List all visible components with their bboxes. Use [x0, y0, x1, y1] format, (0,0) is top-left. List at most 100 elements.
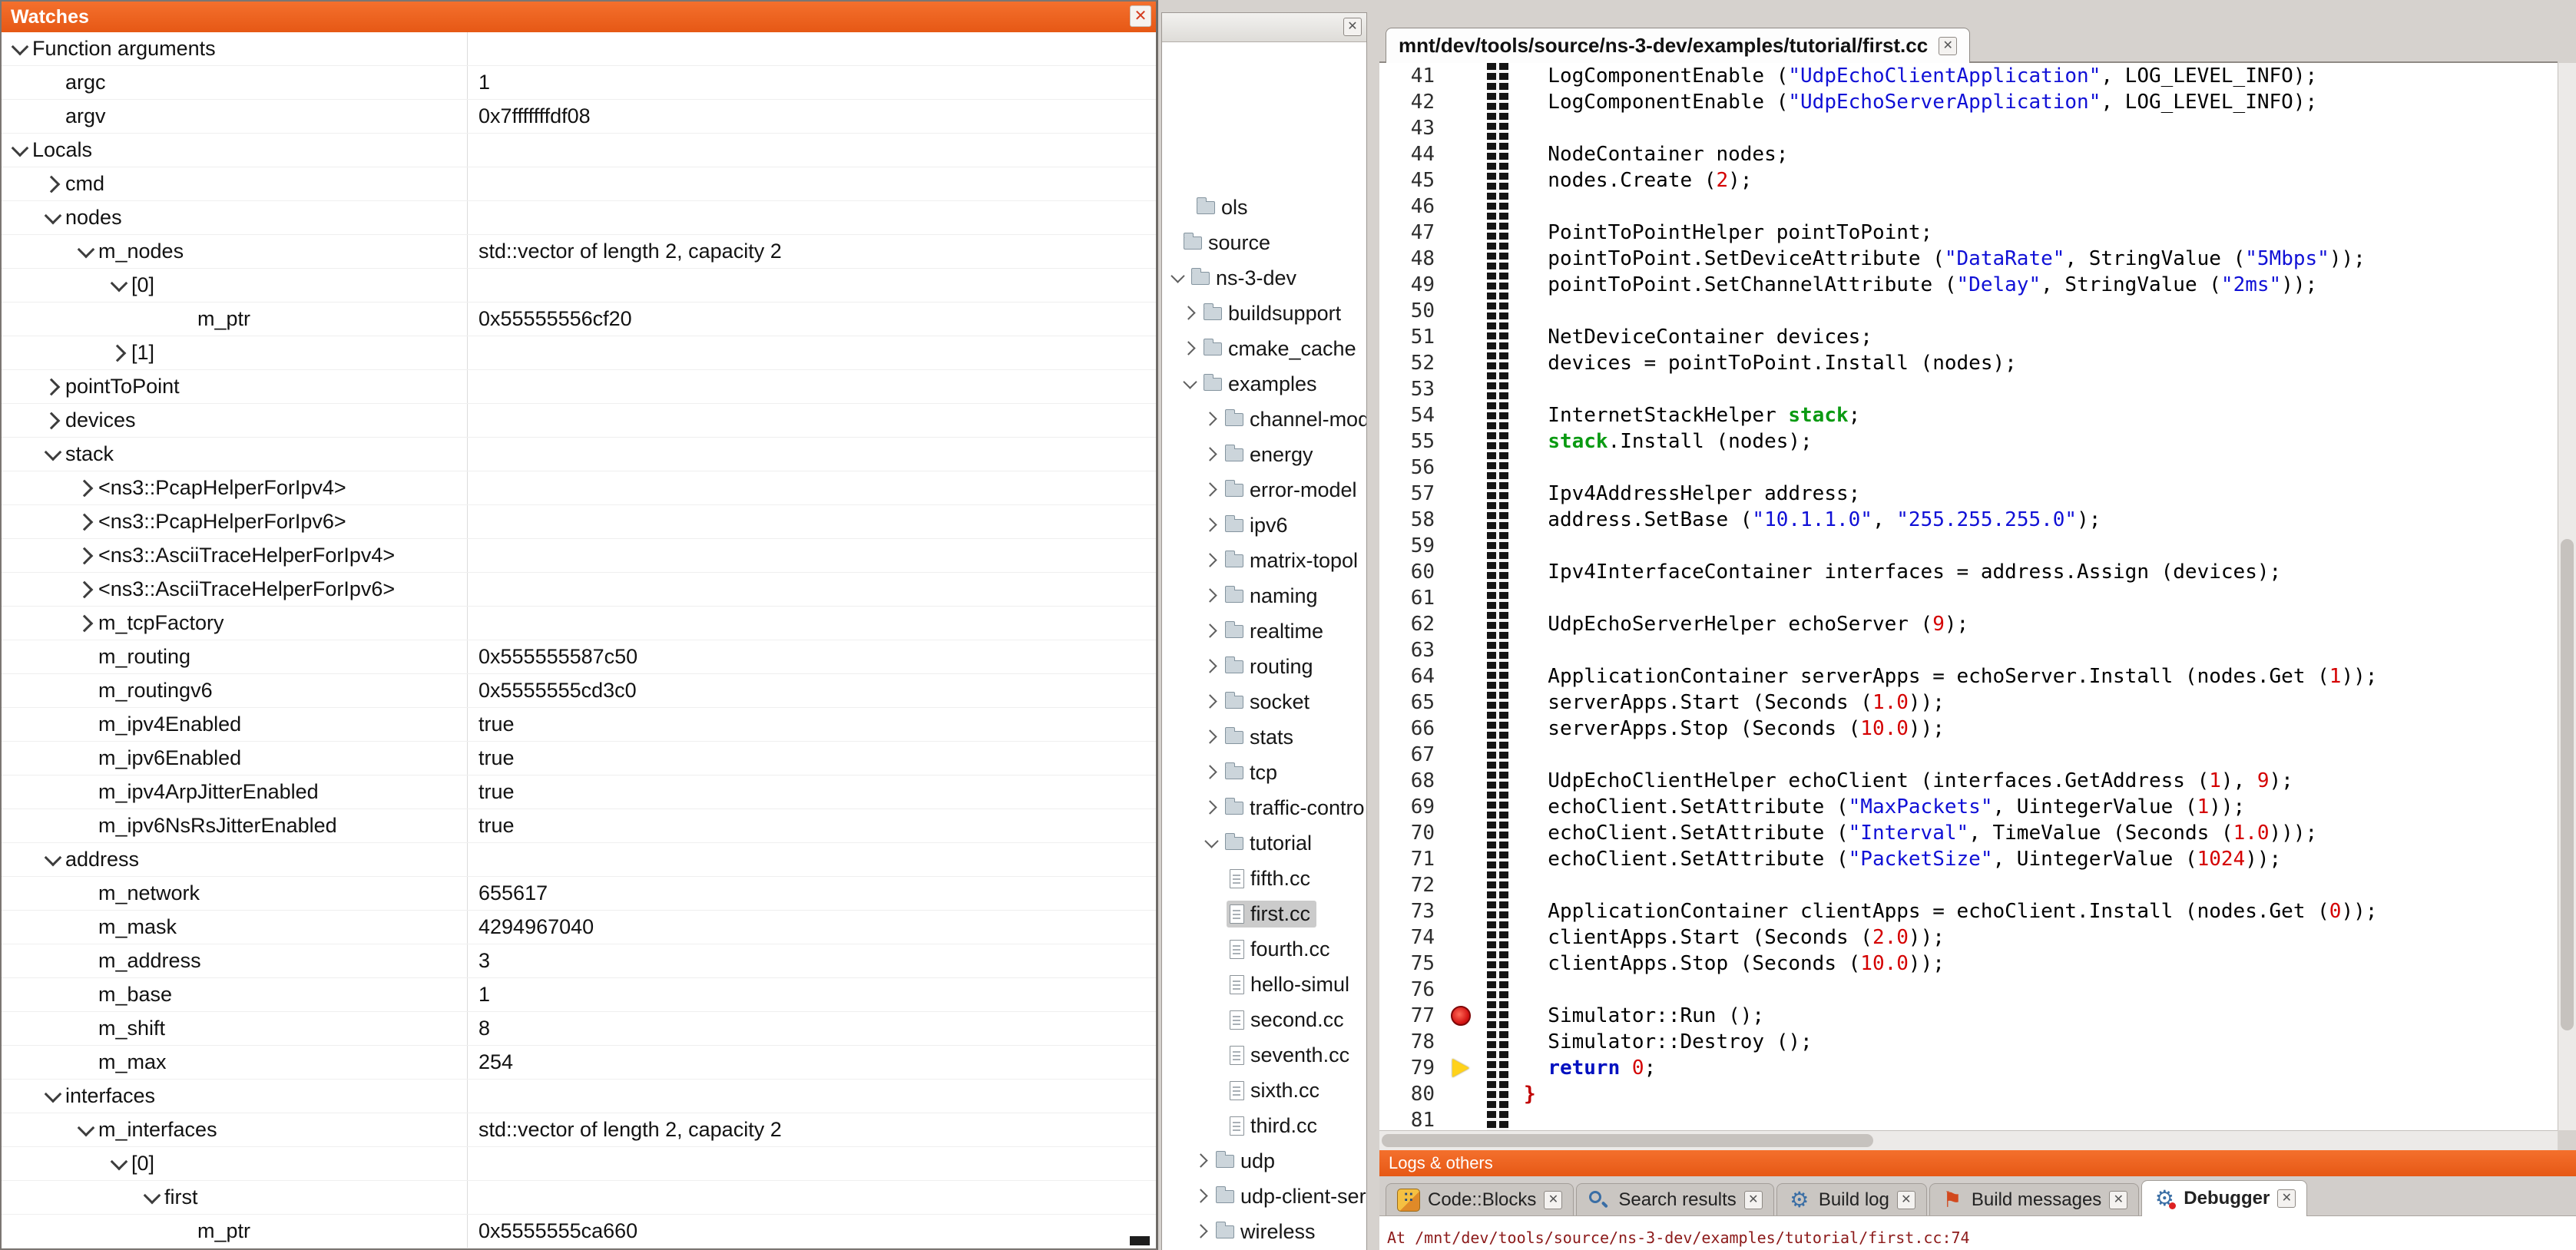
line-number[interactable]: 78 — [1379, 1029, 1445, 1055]
marker-margin[interactable] — [1445, 1055, 1476, 1081]
tree-item-udp-client-ser[interactable]: udp-client-ser — [1162, 1179, 1366, 1214]
marker-margin[interactable] — [1445, 663, 1476, 689]
marker-margin[interactable] — [1445, 559, 1476, 585]
expand-arrow-icon[interactable] — [1202, 551, 1222, 570]
marker-margin[interactable] — [1445, 585, 1476, 611]
tree-item-tutorial[interactable]: tutorial — [1162, 825, 1366, 861]
collapse-arrow-icon[interactable] — [9, 38, 32, 61]
marker-margin[interactable] — [1445, 1029, 1476, 1055]
marker-margin[interactable] — [1445, 141, 1476, 167]
marker-margin[interactable] — [1445, 1081, 1476, 1107]
marker-margin[interactable] — [1445, 1107, 1476, 1130]
code-lines[interactable]: 41 LogComponentEnable ("UdpEchoClientApp… — [1379, 63, 2558, 1130]
expand-arrow-icon[interactable] — [75, 511, 98, 534]
line-number[interactable]: 46 — [1379, 193, 1445, 220]
marker-margin[interactable] — [1445, 742, 1476, 768]
tree-item-buildsupport[interactable]: buildsupport — [1162, 296, 1366, 331]
line-number[interactable]: 51 — [1379, 324, 1445, 350]
watch-row[interactable]: [0] — [2, 269, 1156, 303]
tree-item-hello-simul[interactable]: hello-simul — [1162, 967, 1366, 1002]
collapse-arrow-icon[interactable] — [75, 240, 98, 263]
collapse-arrow-icon[interactable] — [1180, 374, 1200, 394]
watch-row[interactable]: m_shift8 — [2, 1012, 1156, 1046]
tree-item-channel-mod[interactable]: channel-mod — [1162, 402, 1366, 437]
close-tab-icon[interactable]: ✕ — [2109, 1191, 2127, 1209]
expand-arrow-icon[interactable] — [75, 544, 98, 567]
expand-arrow-icon[interactable] — [75, 477, 98, 500]
line-number[interactable]: 56 — [1379, 455, 1445, 481]
close-tab-icon[interactable]: ✕ — [2277, 1189, 2296, 1208]
marker-margin[interactable] — [1445, 89, 1476, 115]
line-number[interactable]: 65 — [1379, 689, 1445, 716]
tree-item-stats[interactable]: stats — [1162, 719, 1366, 755]
expand-arrow-icon[interactable] — [1202, 480, 1222, 500]
line-number[interactable]: 80 — [1379, 1081, 1445, 1107]
marker-margin[interactable] — [1445, 193, 1476, 220]
vertical-scrollbar[interactable] — [2558, 63, 2576, 1130]
tree-panel-titlebar[interactable]: ✕ — [1162, 13, 1366, 42]
line-number[interactable]: 52 — [1379, 350, 1445, 376]
watch-row[interactable]: m_ptr0x5555555ca660 — [2, 1215, 1156, 1248]
line-number[interactable]: 68 — [1379, 768, 1445, 794]
line-number[interactable]: 41 — [1379, 63, 1445, 89]
watch-row[interactable]: m_interfacesstd::vector of length 2, cap… — [2, 1113, 1156, 1147]
line-number[interactable]: 44 — [1379, 141, 1445, 167]
marker-margin[interactable] — [1445, 220, 1476, 246]
line-number[interactable]: 70 — [1379, 820, 1445, 846]
tree-item-socket[interactable]: socket — [1162, 684, 1366, 719]
scrollbar-thumb[interactable] — [2561, 539, 2574, 1030]
watch-row[interactable]: Locals — [2, 134, 1156, 167]
marker-margin[interactable] — [1445, 951, 1476, 977]
marker-margin[interactable] — [1445, 768, 1476, 794]
line-number[interactable]: 64 — [1379, 663, 1445, 689]
tree-item-error-model[interactable]: error-model — [1162, 472, 1366, 508]
line-number[interactable]: 63 — [1379, 637, 1445, 663]
watch-row[interactable]: interfaces — [2, 1080, 1156, 1113]
expand-arrow-icon[interactable] — [1202, 586, 1222, 606]
close-tab-icon[interactable]: ✕ — [1744, 1191, 1763, 1209]
watch-row[interactable]: m_nodesstd::vector of length 2, capacity… — [2, 235, 1156, 269]
marker-margin[interactable] — [1445, 324, 1476, 350]
close-icon[interactable]: ✕ — [1343, 18, 1362, 36]
marker-margin[interactable] — [1445, 402, 1476, 428]
line-number[interactable]: 42 — [1379, 89, 1445, 115]
watch-row[interactable]: [1] — [2, 336, 1156, 370]
collapse-arrow-icon[interactable] — [141, 1186, 164, 1209]
resize-grip[interactable] — [1130, 1236, 1150, 1245]
expand-arrow-icon[interactable] — [1193, 1222, 1213, 1242]
expand-arrow-icon[interactable] — [42, 173, 65, 196]
marker-margin[interactable] — [1445, 977, 1476, 1003]
watch-row[interactable]: m_routingv60x5555555cd3c0 — [2, 674, 1156, 708]
logs-tab-search-results[interactable]: Search results✕ — [1576, 1183, 1773, 1215]
watch-row[interactable]: Function arguments — [2, 32, 1156, 66]
watch-row[interactable]: <ns3::AsciiTraceHelperForIpv6> — [2, 573, 1156, 607]
collapse-arrow-icon[interactable] — [42, 1085, 65, 1108]
close-icon[interactable]: ✕ — [1130, 5, 1151, 27]
expand-arrow-icon[interactable] — [1202, 515, 1222, 535]
watch-row[interactable]: first — [2, 1181, 1156, 1215]
tree-item-examples[interactable]: examples — [1162, 366, 1366, 402]
expand-arrow-icon[interactable] — [1180, 339, 1200, 359]
watch-row[interactable]: <ns3::PcapHelperForIpv6> — [2, 505, 1156, 539]
line-number[interactable]: 73 — [1379, 898, 1445, 924]
watch-row[interactable]: argv0x7fffffffdf08 — [2, 100, 1156, 134]
tree-item-fifth-cc[interactable]: fifth.cc — [1162, 861, 1366, 896]
line-number[interactable]: 60 — [1379, 559, 1445, 585]
line-number[interactable]: 66 — [1379, 716, 1445, 742]
tree-item-wireless[interactable]: wireless — [1162, 1214, 1366, 1249]
marker-margin[interactable] — [1445, 533, 1476, 559]
expand-arrow-icon[interactable] — [1193, 1151, 1213, 1171]
editor-tab[interactable]: mnt/dev/tools/source/ns-3-dev/examples/t… — [1386, 28, 1970, 63]
line-number[interactable]: 72 — [1379, 872, 1445, 898]
collapse-arrow-icon[interactable] — [1202, 833, 1222, 853]
expand-arrow-icon[interactable] — [75, 612, 98, 635]
marker-margin[interactable] — [1445, 246, 1476, 272]
tree-item-ipv6[interactable]: ipv6 — [1162, 508, 1366, 543]
line-number[interactable]: 62 — [1379, 611, 1445, 637]
expand-arrow-icon[interactable] — [1202, 727, 1222, 747]
watch-row[interactable]: pointToPoint — [2, 370, 1156, 404]
breakpoint-icon[interactable] — [1451, 1006, 1471, 1026]
watch-row[interactable]: m_address3 — [2, 944, 1156, 978]
tree-item-udp[interactable]: udp — [1162, 1143, 1366, 1179]
tree-item-routing[interactable]: routing — [1162, 649, 1366, 684]
